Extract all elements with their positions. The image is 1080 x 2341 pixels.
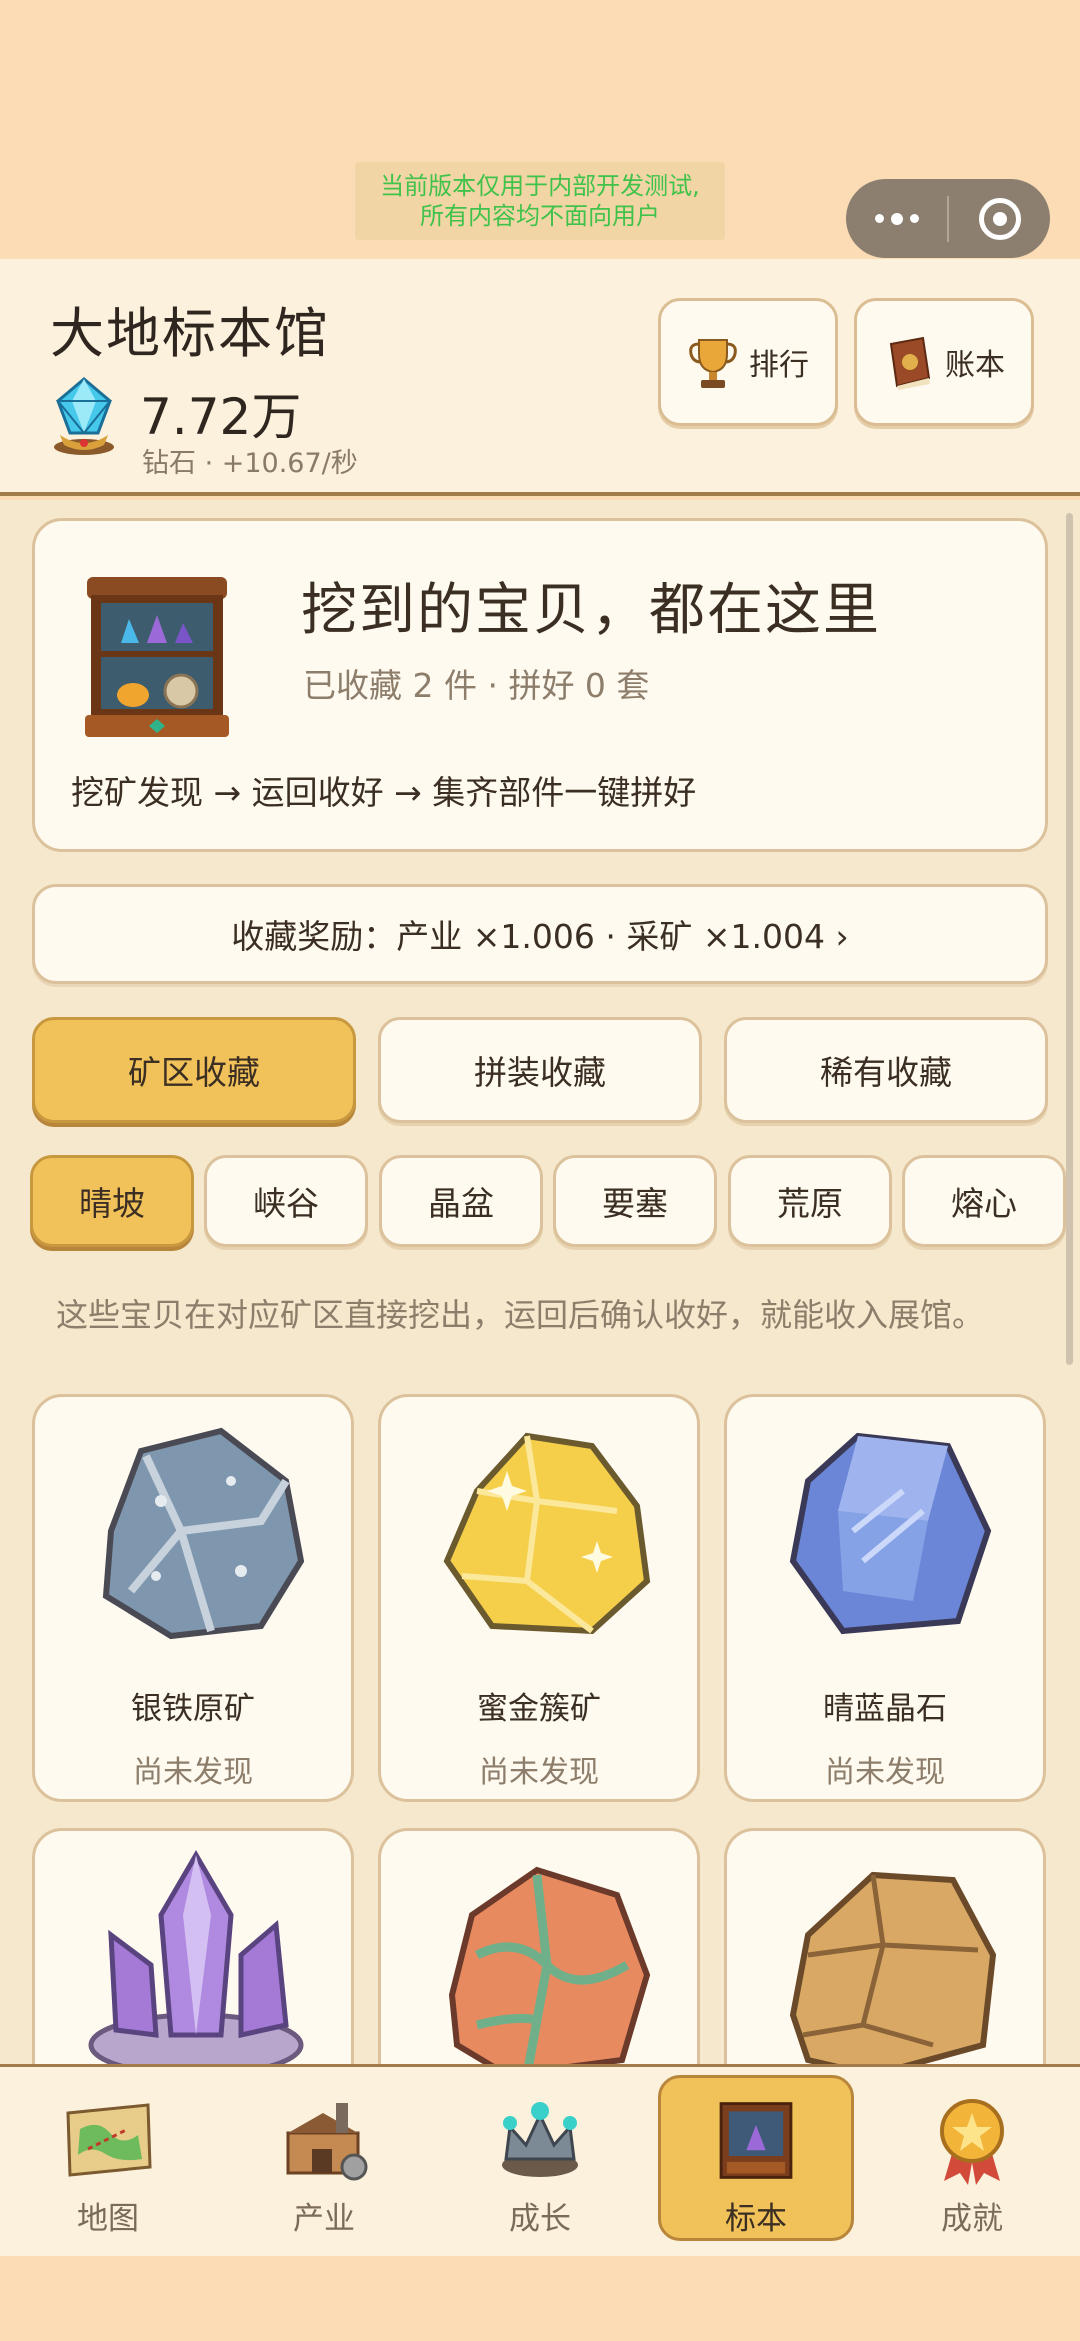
bottom-navigation: 地图 产业 成长 标本 成就 xyxy=(0,2064,1080,2256)
collection-bonus-button[interactable]: 收藏奖励：产业 ×1.006 · 采矿 ×1.004 › xyxy=(32,884,1048,984)
dev-notice-line-2: 所有内容均不面向用户 xyxy=(420,202,660,230)
collection-hint: 这些宝贝在对应矿区直接挖出，运回后确认收好，就能收入展馆。 xyxy=(56,1296,985,1334)
trophy-icon xyxy=(689,339,737,388)
collection-bonus-label: 收藏奖励：产业 ×1.006 · 采矿 ×1.004 › xyxy=(231,917,849,956)
display-cabinet-icon xyxy=(85,577,229,737)
dev-notice-line-1: 当前版本仅用于内部开发测试, xyxy=(380,172,700,200)
tab-rare-collection[interactable]: 稀有收藏 xyxy=(724,1017,1048,1123)
nav-industry[interactable]: 产业 xyxy=(226,2075,422,2241)
item-card[interactable]: 晴蓝晶石 尚未发现 xyxy=(724,1394,1046,1802)
diamond-amount: 7.72万 xyxy=(140,388,302,446)
target-icon xyxy=(978,197,1021,240)
factory-icon xyxy=(286,2103,368,2181)
bottom-safe-area xyxy=(0,2256,1080,2341)
ledger-book-icon xyxy=(889,336,931,390)
close-mini-program-button[interactable] xyxy=(949,179,1050,258)
dot-icon xyxy=(874,214,884,223)
nav-label: 标本 xyxy=(725,2201,787,2237)
museum-header: 大地标本馆 7.72万 钻石 · +10.67/秒 排行 账本 xyxy=(0,259,1080,496)
ranking-button[interactable]: 排行 xyxy=(658,298,838,426)
purple-crystal-cluster-icon xyxy=(88,1850,304,2078)
copper-ore-icon xyxy=(448,1866,651,2079)
nav-achievement[interactable]: 成就 xyxy=(874,2075,1070,2241)
subtab-label: 峡谷 xyxy=(253,1184,319,1223)
nav-growth[interactable]: 成长 xyxy=(442,2075,638,2241)
crown-icon xyxy=(502,2102,578,2177)
ledger-button[interactable]: 账本 xyxy=(854,298,1034,426)
collection-intro-card: 挖到的宝贝，都在这里 已收藏 2 件 · 拼好 0 套 挖矿发现 → 运回收好 … xyxy=(32,518,1048,852)
subtab-xiagu[interactable]: 峡谷 xyxy=(204,1155,368,1247)
subtab-yaosai[interactable]: 要塞 xyxy=(553,1155,717,1247)
blue-crystal-icon xyxy=(789,1432,992,1635)
dot-icon xyxy=(890,212,903,225)
display-cabinet-icon xyxy=(719,2102,793,2179)
subtab-label: 荒原 xyxy=(777,1184,843,1223)
nav-label: 成就 xyxy=(941,2201,1003,2237)
subtab-qingpo[interactable]: 晴坡 xyxy=(30,1155,194,1247)
sandstone-ore-icon xyxy=(789,1871,997,2079)
collection-stats: 已收藏 2 件 · 拼好 0 套 xyxy=(303,666,650,705)
subtab-huangyuan[interactable]: 荒原 xyxy=(728,1155,892,1247)
dot-icon xyxy=(909,214,919,223)
item-card[interactable]: 银铁原矿 尚未发现 xyxy=(32,1394,354,1802)
ranking-label: 排行 xyxy=(749,348,809,383)
nav-map[interactable]: 地图 xyxy=(10,2075,206,2241)
scrollbar[interactable] xyxy=(1066,513,1073,1365)
diamond-icon xyxy=(54,377,114,455)
nav-label: 地图 xyxy=(77,2201,139,2237)
subtab-jingpen[interactable]: 晶盆 xyxy=(379,1155,543,1247)
item-name: 蜜金簇矿 xyxy=(477,1691,601,1727)
ledger-label: 账本 xyxy=(945,348,1005,383)
nav-label: 成长 xyxy=(509,2201,571,2237)
collection-flow-text: 挖矿发现 → 运回收好 → 集齐部件一键拼好 xyxy=(71,773,697,812)
subtab-label: 要塞 xyxy=(602,1184,668,1223)
honey-gold-ore-icon xyxy=(443,1432,651,1635)
map-icon xyxy=(66,2103,152,2177)
item-status: 尚未发现 xyxy=(479,1755,599,1790)
silver-iron-ore-icon xyxy=(102,1427,305,1640)
tab-assembly-collection[interactable]: 拼装收藏 xyxy=(378,1017,702,1123)
tab-mine-collection[interactable]: 矿区收藏 xyxy=(32,1017,356,1123)
item-name: 晴蓝晶石 xyxy=(823,1691,947,1727)
subtab-label: 熔心 xyxy=(951,1184,1017,1223)
dev-test-notice: 当前版本仅用于内部开发测试, 所有内容均不面向用户 xyxy=(355,162,725,240)
more-menu-button[interactable] xyxy=(846,179,947,258)
tab-label: 矿区收藏 xyxy=(128,1053,260,1092)
nav-specimen[interactable]: 标本 xyxy=(658,2075,854,2241)
intro-headline: 挖到的宝贝，都在这里 xyxy=(301,578,881,643)
tab-label: 稀有收藏 xyxy=(820,1053,952,1092)
mini-program-capsule xyxy=(846,179,1050,258)
diamond-rate: 钻石 · +10.67/秒 xyxy=(142,448,358,479)
page-title: 大地标本馆 xyxy=(50,302,330,365)
item-name: 银铁原矿 xyxy=(131,1691,255,1727)
subtab-label: 晴坡 xyxy=(79,1184,145,1223)
medal-icon xyxy=(940,2099,1004,2185)
item-status: 尚未发现 xyxy=(133,1755,253,1790)
item-card[interactable]: 蜜金簇矿 尚未发现 xyxy=(378,1394,700,1802)
item-status: 尚未发现 xyxy=(825,1755,945,1790)
subtab-label: 晶盆 xyxy=(428,1184,494,1223)
nav-label: 产业 xyxy=(293,2201,355,2237)
tab-label: 拼装收藏 xyxy=(474,1053,606,1092)
subtab-rongxin[interactable]: 熔心 xyxy=(902,1155,1066,1247)
